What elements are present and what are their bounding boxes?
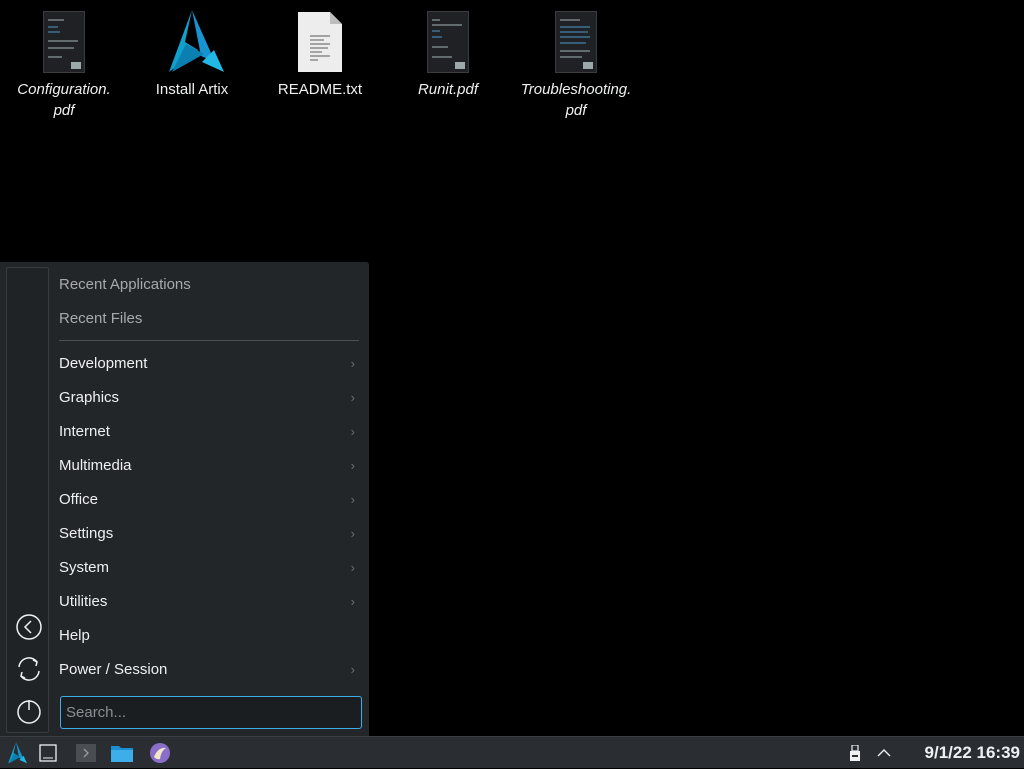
text-file-icon — [298, 12, 342, 72]
tray-expand-button[interactable] — [872, 741, 896, 765]
menu-item-recent-applications[interactable]: Recent Applications — [59, 270, 359, 300]
chevron-right-icon: › — [350, 458, 355, 473]
desktop-icon-troubleshooting-pdf[interactable]: Troubleshooting. pdf — [512, 10, 640, 121]
terminal-icon — [76, 744, 96, 762]
desktop-icon-readme-txt[interactable]: README.txt — [256, 10, 384, 100]
chevron-right-icon: › — [350, 662, 355, 677]
application-menu: Recent Applications Recent Files Develop… — [0, 262, 369, 736]
power-icon[interactable] — [15, 697, 43, 725]
menu-item-system[interactable]: System › — [59, 553, 359, 583]
chevron-right-icon: › — [350, 594, 355, 609]
menu-item-help[interactable]: Help — [59, 621, 359, 651]
menu-item-utilities[interactable]: Utilities › — [59, 587, 359, 617]
menu-sidebar — [6, 267, 49, 733]
menu-item-graphics[interactable]: Graphics › — [59, 383, 359, 413]
switch-user-icon[interactable] — [15, 655, 43, 683]
artix-logo-icon — [169, 10, 224, 72]
removable-device-button[interactable] — [843, 741, 867, 765]
terminal-launcher[interactable] — [74, 741, 98, 765]
pdf-thumbnail-icon — [43, 11, 85, 73]
browser-launcher[interactable] — [148, 741, 172, 765]
digital-clock[interactable]: 9/1/22 16:39 — [925, 737, 1020, 769]
chevron-right-icon: › — [350, 356, 355, 371]
pdf-thumbnail-icon — [555, 11, 597, 73]
desktop-icon-label: README.txt — [277, 81, 363, 98]
application-launcher-button[interactable] — [4, 741, 28, 765]
desktop-icon-runit-pdf[interactable]: Runit.pdf — [384, 10, 512, 100]
show-desktop-icon — [39, 744, 57, 762]
desktop-icon-label: Troubleshooting. pdf — [520, 81, 632, 119]
desktop-icon-install-artix[interactable]: Install Artix — [128, 10, 256, 100]
chevron-right-icon: › — [350, 560, 355, 575]
show-desktop-button[interactable] — [36, 741, 60, 765]
desktop-icon-label: Runit.pdf — [417, 81, 479, 98]
desktop-icon-label: Install Artix — [155, 81, 229, 98]
taskbar: 9/1/22 16:39 — [0, 736, 1024, 768]
menu-item-multimedia[interactable]: Multimedia › — [59, 451, 359, 481]
menu-item-power-session[interactable]: Power / Session › — [59, 655, 359, 685]
artix-logo-icon — [8, 742, 27, 764]
menu-item-development[interactable]: Development › — [59, 349, 359, 379]
menu-item-settings[interactable]: Settings › — [59, 519, 359, 549]
menu-separator — [59, 340, 359, 341]
browser-icon — [150, 743, 170, 763]
chevron-right-icon: › — [350, 526, 355, 541]
chevron-right-icon: › — [350, 390, 355, 405]
desktop-icon-label: Configuration. pdf — [17, 81, 111, 119]
removable-device-icon — [850, 745, 860, 761]
search-input[interactable] — [60, 696, 362, 729]
chevron-right-icon: › — [350, 424, 355, 439]
back-icon[interactable] — [15, 613, 43, 641]
menu-item-office[interactable]: Office › — [59, 485, 359, 515]
desktop-icon-configuration-pdf[interactable]: Configuration. pdf — [0, 10, 128, 121]
chevron-right-icon: › — [350, 492, 355, 507]
file-manager-launcher[interactable] — [110, 741, 134, 765]
folder-icon — [111, 746, 133, 762]
pdf-thumbnail-icon — [427, 11, 469, 73]
menu-item-recent-files[interactable]: Recent Files — [59, 304, 359, 334]
menu-item-internet[interactable]: Internet › — [59, 417, 359, 447]
chevron-up-icon — [877, 749, 891, 757]
